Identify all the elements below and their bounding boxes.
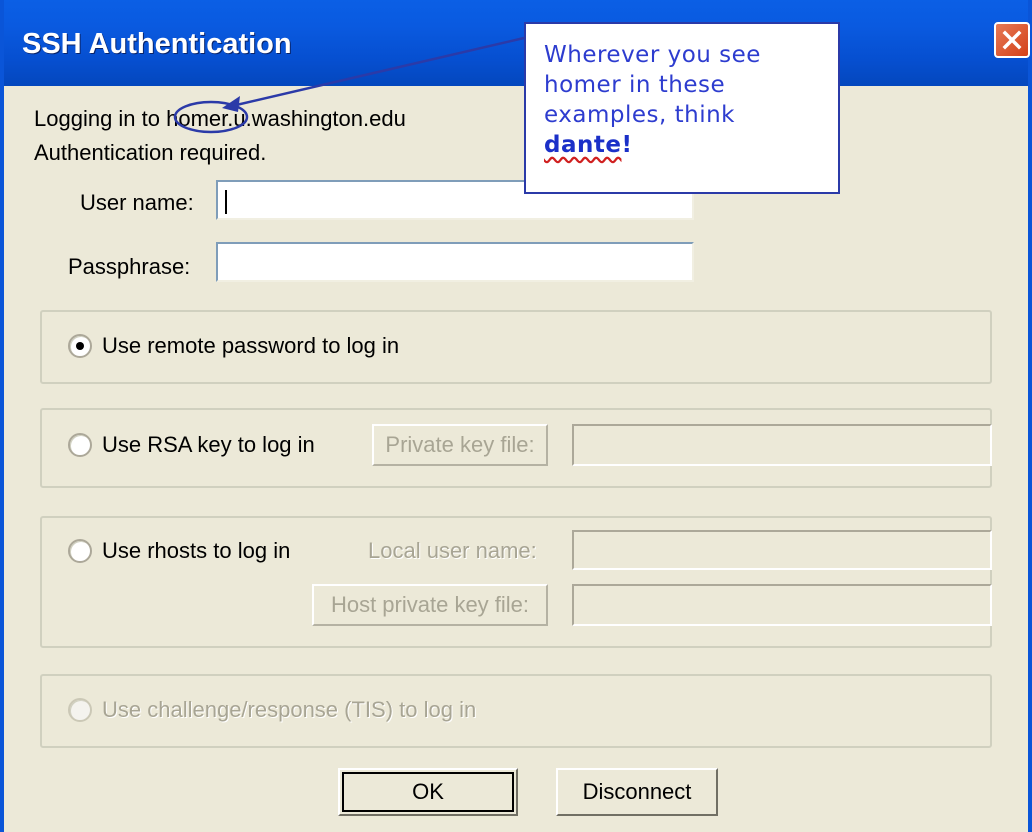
window-title: SSH Authentication [22,28,292,60]
disconnect-button[interactable]: Disconnect [556,768,718,816]
rhosts-radio[interactable] [68,539,92,563]
local-user-name-label: Local user name: [368,538,537,563]
callout-line-2: homer in these [544,72,726,98]
login-prefix: Logging in to [34,106,167,131]
rsa-radio[interactable] [68,433,92,457]
close-icon [1002,30,1022,50]
remote-password-label[interactable]: Use remote password to log in [102,333,399,359]
username-label: User name: [80,190,194,215]
callout-line-4: dante! [544,130,820,160]
callout-line-1: Wherever you see [544,42,761,68]
title-bar[interactable]: SSH Authentication [4,0,1030,86]
passphrase-label: Passphrase: [68,254,191,279]
callout-emphasis: dante [544,132,622,158]
annotation-callout: Wherever you see homer in these examples… [524,22,840,194]
auth-required-text: Authentication required. [34,140,267,165]
rhosts-label[interactable]: Use rhosts to log in [102,538,290,564]
local-user-name-input[interactable] [572,530,992,570]
login-host: homer.u.washington.edu [166,106,406,131]
callout-bang: ! [621,132,633,158]
host-private-key-file-button[interactable]: Host private key file: [312,584,548,626]
tis-label[interactable]: Use challenge/response (TIS) to log in [102,697,476,723]
private-key-file-input[interactable] [572,424,992,466]
host-private-key-file-input[interactable] [572,584,992,626]
callout-line-3: examples, think [544,102,735,128]
passphrase-input[interactable] [216,242,694,282]
close-button[interactable] [994,22,1030,58]
private-key-file-button[interactable]: Private key file: [372,424,548,466]
ssh-auth-dialog: SSH Authentication Logging in to homer.u… [0,0,1032,832]
remote-password-radio[interactable] [68,334,92,358]
login-line: Logging in to homer.u.washington.edu [34,106,406,132]
ok-button[interactable]: OK [338,768,518,816]
rsa-label[interactable]: Use RSA key to log in [102,432,315,458]
tis-radio[interactable] [68,698,92,722]
